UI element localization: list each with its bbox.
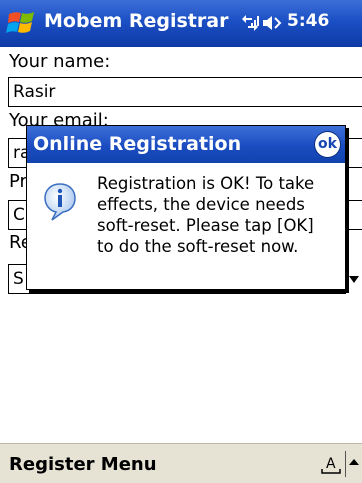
clock[interactable]: 5:46 — [287, 11, 329, 31]
svg-text:A: A — [326, 456, 336, 472]
dialog-message: Registration is OK! To take effects, the… — [97, 174, 315, 256]
register-menu[interactable]: Register Menu — [9, 454, 157, 475]
windows-flag-icon[interactable] — [6, 8, 38, 40]
keyboard-input-icon[interactable]: A — [320, 452, 342, 476]
ok-button[interactable]: ok — [315, 132, 340, 157]
volume-icon[interactable] — [262, 14, 282, 32]
menu-bar: Register Menu A — [0, 443, 362, 483]
chevron-down-icon[interactable] — [345, 264, 362, 294]
info-icon — [44, 183, 76, 221]
app-title: Mobem Registrar — [44, 10, 229, 32]
dialog-title: Online Registration — [33, 133, 242, 155]
registration-dialog: Online Registration ok Registration is O… — [26, 125, 346, 290]
dialog-title-bar: Online Registration ok — [27, 126, 345, 163]
name-field[interactable]: Rasir — [8, 77, 362, 107]
name-label: Your name: — [9, 51, 111, 72]
connectivity-icon[interactable] — [240, 13, 260, 33]
field3-label: Pr — [9, 171, 27, 192]
chevron-up-icon[interactable] — [345, 451, 362, 477]
title-bar: Mobem Registrar 5:46 — [0, 0, 362, 47]
